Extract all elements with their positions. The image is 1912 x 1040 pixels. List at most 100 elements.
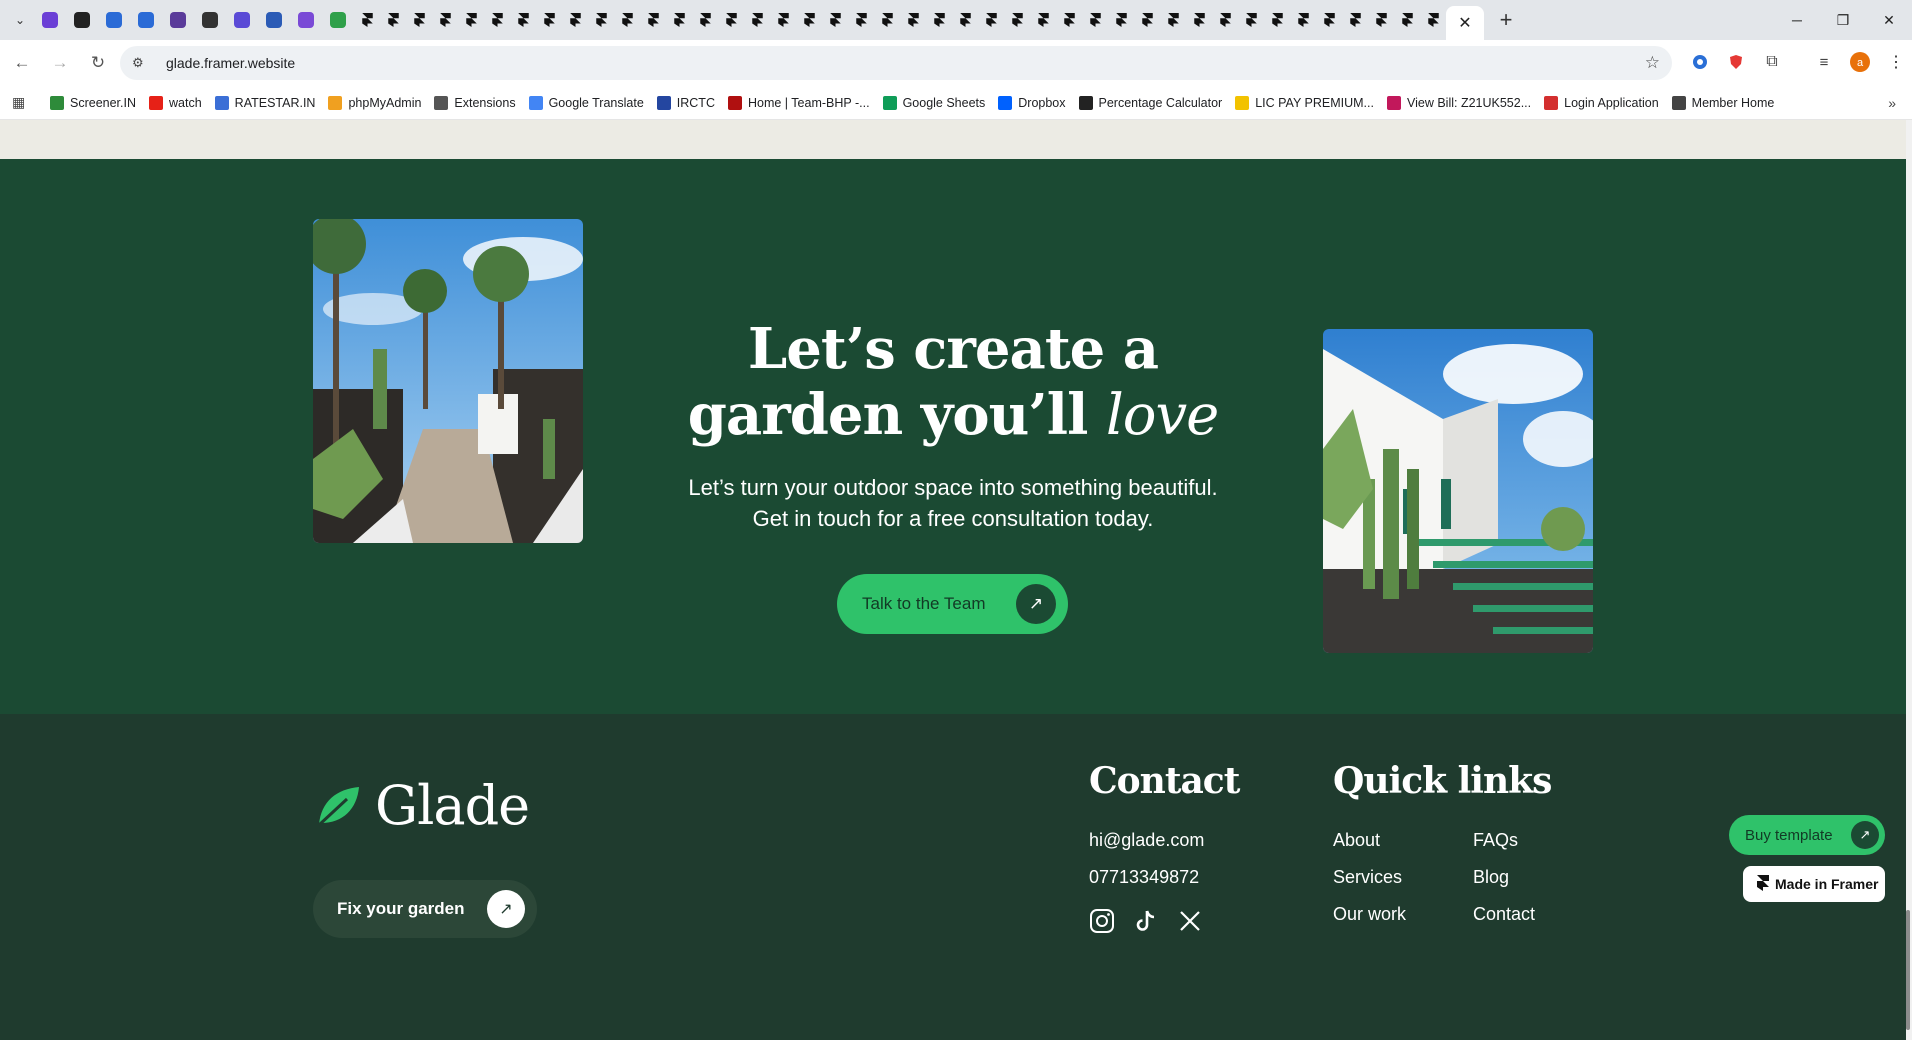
- footer-link-our-work[interactable]: Our work: [1333, 904, 1406, 925]
- bookmark-item[interactable]: LIC PAY PREMIUM...: [1235, 95, 1374, 110]
- framer-tab-favicon[interactable]: [692, 4, 718, 36]
- footer-link-blog[interactable]: Blog: [1473, 867, 1509, 888]
- footer-link-faqs[interactable]: FAQs: [1473, 830, 1518, 851]
- media-controls-icon[interactable]: ≡: [1810, 48, 1838, 76]
- tab-search-chevron-icon[interactable]: ⌄: [6, 6, 34, 34]
- framer-tab-favicon[interactable]: [1056, 4, 1082, 36]
- framer-tab-favicon[interactable]: [562, 4, 588, 36]
- wix-favicon[interactable]: [66, 4, 98, 36]
- framer-tab-favicon[interactable]: [1186, 4, 1212, 36]
- bookmark-item[interactable]: Login Application: [1544, 95, 1659, 110]
- fix-your-garden-button[interactable]: Fix your garden ↗: [313, 880, 537, 938]
- framer-tab-favicon[interactable]: [1134, 4, 1160, 36]
- framer-tab-favicon[interactable]: [1264, 4, 1290, 36]
- framer-tab-favicon[interactable]: [484, 4, 510, 36]
- footer-link-about[interactable]: About: [1333, 830, 1380, 851]
- framer-tab-favicon[interactable]: [380, 4, 406, 36]
- framer-tab-favicon[interactable]: [848, 4, 874, 36]
- framer-tab-favicon[interactable]: [900, 4, 926, 36]
- framer-tab-favicon[interactable]: [1082, 4, 1108, 36]
- footer-link-services[interactable]: Services: [1333, 867, 1402, 888]
- framer-tab-favicon[interactable]: [1342, 4, 1368, 36]
- framer-tab-favicon[interactable]: [952, 4, 978, 36]
- buy-template-button[interactable]: Buy template ↗: [1729, 815, 1885, 855]
- framer-tab-favicon[interactable]: [1394, 4, 1420, 36]
- apps-grid-icon[interactable]: ▦: [12, 94, 32, 111]
- framer-tab-favicon[interactable]: [1368, 4, 1394, 36]
- bookmark-item[interactable]: Screener.IN: [50, 95, 136, 110]
- bookmark-item[interactable]: Member Home: [1671, 95, 1774, 110]
- bookmark-item[interactable]: watch: [149, 95, 202, 110]
- framer-tab-favicon[interactable]: [744, 4, 770, 36]
- scrollbar-thumb[interactable]: [1906, 910, 1910, 1030]
- word-favicon[interactable]: [130, 4, 162, 36]
- framer-tab-favicon[interactable]: [796, 4, 822, 36]
- framer-tab-favicon[interactable]: [874, 4, 900, 36]
- framer-tab-favicon[interactable]: [1212, 4, 1238, 36]
- bookmark-item[interactable]: phpMyAdmin: [328, 95, 421, 110]
- framer-tab-favicon[interactable]: [1108, 4, 1134, 36]
- bookmark-item[interactable]: Percentage Calculator: [1078, 95, 1222, 110]
- back-icon[interactable]: ←: [6, 47, 38, 79]
- forward-icon[interactable]: →: [44, 47, 76, 79]
- extension-icon[interactable]: [1686, 48, 1714, 76]
- site-info-icon[interactable]: ⚙: [132, 55, 152, 71]
- framer-tab-favicon[interactable]: [1030, 4, 1056, 36]
- framer-tab-favicon[interactable]: [1238, 4, 1264, 36]
- url-text[interactable]: glade.framer.website: [166, 55, 295, 71]
- framer-tab-favicon[interactable]: [614, 4, 640, 36]
- bookmark-item[interactable]: Extensions: [434, 95, 516, 110]
- framer-tab-favicon[interactable]: [666, 4, 692, 36]
- framer-tab-favicon[interactable]: [770, 4, 796, 36]
- talk-to-team-button[interactable]: Talk to the Team ↗: [837, 574, 1068, 634]
- framer-tab-favicon[interactable]: [406, 4, 432, 36]
- address-bar[interactable]: ⚙ glade.framer.website ☆: [120, 46, 1672, 80]
- circle-favicon[interactable]: [290, 4, 322, 36]
- bookmark-item[interactable]: Dropbox: [998, 95, 1066, 110]
- spiral-favicon[interactable]: [194, 4, 226, 36]
- framer-tab-favicon[interactable]: [640, 4, 666, 36]
- bookmark-item[interactable]: Home | Team-BHP -...: [727, 95, 870, 110]
- framer-tab-favicon[interactable]: [978, 4, 1004, 36]
- active-tab-close-button[interactable]: ✕: [1446, 6, 1484, 40]
- bookmark-item[interactable]: RATESTAR.IN: [214, 95, 315, 110]
- minimize-button[interactable]: ─: [1774, 0, 1820, 40]
- grid-favicon[interactable]: [258, 4, 290, 36]
- word-favicon[interactable]: [98, 4, 130, 36]
- footer-link-contact[interactable]: Contact: [1473, 904, 1535, 925]
- leaf-favicon[interactable]: [322, 4, 354, 36]
- framer-tab-favicon[interactable]: [588, 4, 614, 36]
- framer-tab-favicon[interactable]: [718, 4, 744, 36]
- contact-phone-link[interactable]: 07713349872: [1089, 867, 1199, 888]
- shield-extension-icon[interactable]: [1722, 48, 1750, 76]
- purple-favicon[interactable]: [162, 4, 194, 36]
- framer-tab-favicon[interactable]: [1420, 4, 1446, 36]
- instagram-icon[interactable]: [1089, 908, 1117, 936]
- new-tab-button[interactable]: +: [1490, 4, 1522, 36]
- bookmark-item[interactable]: View Bill: Z21UK552...: [1386, 95, 1531, 110]
- tiktok-icon[interactable]: [1133, 908, 1161, 936]
- glade-logo[interactable]: Glade: [313, 774, 530, 837]
- bookmark-item[interactable]: Google Sheets: [882, 95, 985, 110]
- framer-tab-favicon[interactable]: [1004, 4, 1030, 36]
- framer-tab-favicon[interactable]: [432, 4, 458, 36]
- framer-tab-favicon[interactable]: [510, 4, 536, 36]
- contact-email-link[interactable]: hi@glade.com: [1089, 830, 1204, 851]
- puzzle-extensions-icon[interactable]: ⧉: [1758, 48, 1786, 76]
- framer-tab-favicon[interactable]: [354, 4, 380, 36]
- framer-tab-favicon[interactable]: [1290, 4, 1316, 36]
- framer-tab-favicon[interactable]: [822, 4, 848, 36]
- x-twitter-icon[interactable]: [1177, 908, 1205, 936]
- bookmark-item[interactable]: IRCTC: [656, 95, 715, 110]
- reload-icon[interactable]: ↻: [82, 47, 114, 79]
- restore-button[interactable]: ❐: [1820, 0, 1866, 40]
- bookmark-star-icon[interactable]: ☆: [1645, 53, 1660, 73]
- framer-tab-favicon[interactable]: [536, 4, 562, 36]
- h-favicon[interactable]: [226, 4, 258, 36]
- made-in-framer-badge[interactable]: Made in Framer: [1743, 866, 1885, 902]
- bookmark-item[interactable]: Google Translate: [528, 95, 644, 110]
- framer-tab-favicon[interactable]: [1316, 4, 1342, 36]
- framer-tab-favicon[interactable]: [1160, 4, 1186, 36]
- profile-avatar[interactable]: a: [1846, 48, 1874, 76]
- more-bookmarks-icon[interactable]: »: [1888, 95, 1896, 111]
